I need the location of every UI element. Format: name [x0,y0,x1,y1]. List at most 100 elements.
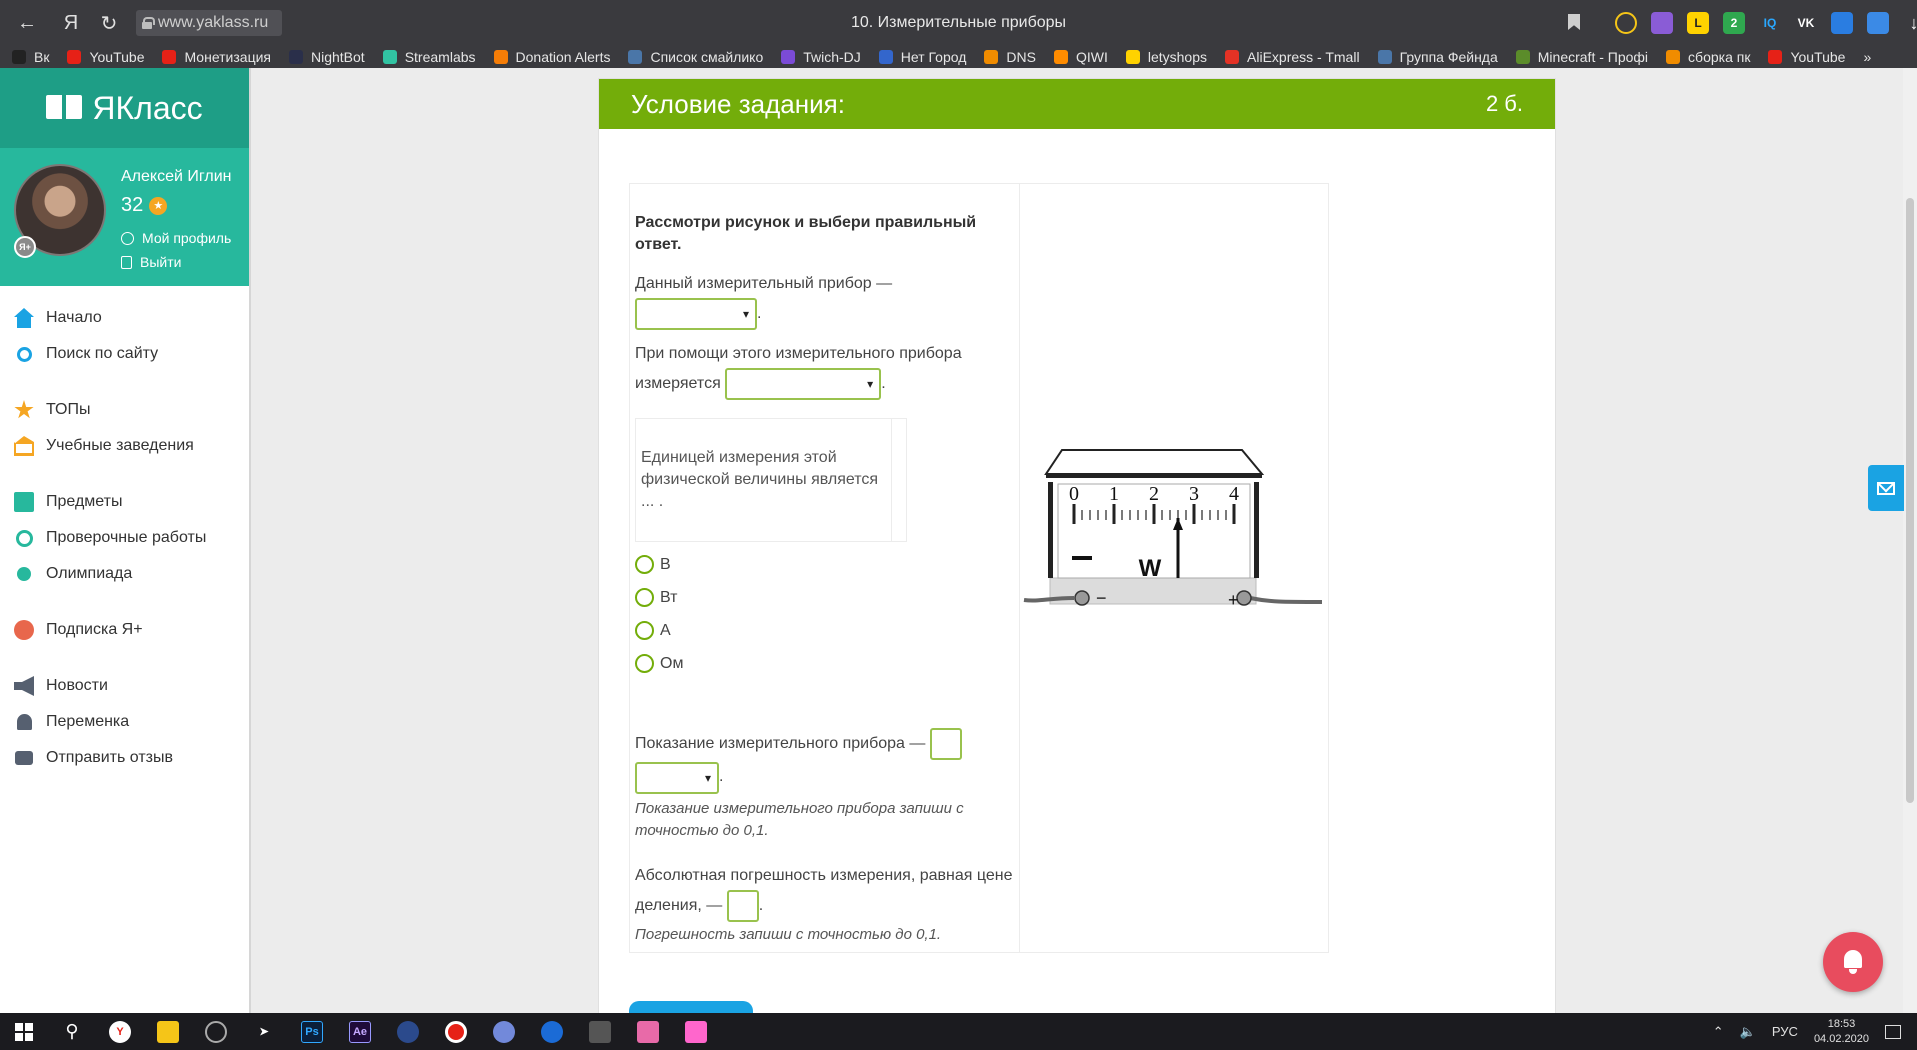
question-device: Данный измерительный прибор — . [635,270,1015,330]
logo[interactable]: ЯКласс [0,68,249,148]
taskbar-steam-2[interactable] [528,1013,576,1050]
radio-circle-icon[interactable] [635,555,654,574]
clock[interactable]: 18:53 04.02.2020 [1814,1017,1869,1047]
feedback-tab[interactable] [1868,465,1904,511]
sidebar-item-10[interactable]: Переменка [14,704,244,740]
bookmark-favicon-icon [162,50,177,64]
reload-button[interactable]: ↻ [94,8,124,38]
bookmark-favicon-icon [67,50,82,64]
unit-option[interactable]: Вт [635,581,1015,614]
taskbar-record[interactable] [432,1013,480,1050]
sidebar-item-7[interactable]: Олимпиада [14,556,244,592]
taskbar-photoshop[interactable]: Ps [288,1013,336,1050]
radio-circle-icon[interactable] [635,588,654,607]
bookmark-icon[interactable] [1568,14,1580,30]
windows-icon [15,1022,33,1041]
search-taskbar-button[interactable]: ⚲ [48,1013,96,1050]
more-bookmarks-button[interactable]: » [1863,49,1871,65]
extension-coin-icon[interactable] [1615,12,1637,34]
reading-input[interactable] [929,728,962,760]
bookmark-label: QIWI [1075,49,1108,65]
wattmeter-figure: 0 1 2 3 4 W − + [1023,449,1323,610]
bookmark-item[interactable]: QIWI [1053,49,1108,65]
bookmark-item[interactable]: сборка пк [1666,49,1750,65]
error-input[interactable] [726,890,759,922]
bookmark-item[interactable]: YouTube [1768,49,1845,65]
taskbar-discord[interactable] [480,1013,528,1050]
windows-taskbar: ⚲ Y ➤ Ps Ae ⌃ 🔈 РУС 18:53 04.02.2020 [0,1013,1917,1050]
bookmark-item[interactable]: Группа Фейнда [1377,49,1498,65]
yandex-button[interactable]: Я [56,8,86,38]
extension-letyshops-icon[interactable]: L [1687,12,1709,34]
bookmark-item[interactable]: Монетизация [162,49,271,65]
taskbar-steam-1[interactable]: ➤ [240,1013,288,1050]
bookmark-favicon-icon [628,50,643,64]
taskbar-explorer[interactable] [144,1013,192,1050]
notifications-button[interactable] [1823,932,1883,992]
device-select[interactable] [635,298,757,330]
taskbar-app-pink[interactable] [672,1013,720,1050]
sidebar-item-3[interactable]: ТОПы [14,392,244,428]
quantity-select[interactable] [725,368,882,400]
meter-unit-letter: W [1139,555,1162,582]
extension-iq-icon[interactable]: IQ [1759,12,1781,34]
unit-option[interactable]: Ом [635,647,1015,680]
extension-vk-icon[interactable]: VK [1795,12,1817,34]
logout-link[interactable]: Выйти [121,254,181,270]
sidebar-item-11[interactable]: Отправить отзыв [14,740,244,776]
extension-shield-icon[interactable]: 2 [1723,12,1745,34]
reading-hint: Показание измерительного прибора запиши … [635,800,964,839]
extension-feather-icon[interactable] [1651,12,1673,34]
sidebar-item-4[interactable]: Учебные заведения [14,428,244,464]
back-button[interactable]: ← [12,8,42,38]
taskbar-aftereffects[interactable]: Ae [336,1013,384,1050]
sidebar-item-2[interactable]: Поиск по сайту [14,336,244,372]
notification-center-icon[interactable] [1885,1024,1901,1039]
sidebar-item-1[interactable]: Начало [14,300,244,336]
taskbar-app[interactable] [192,1013,240,1050]
speaker-icon[interactable]: 🔈 [1740,1024,1756,1040]
my-profile-link[interactable]: Мой профиль [121,230,231,246]
page-scrollbar[interactable] [1903,68,1917,1013]
sidebar-item-5[interactable]: Предметы [14,484,244,520]
bookmark-favicon-icon [1666,50,1681,64]
reading-unit-select[interactable] [635,762,719,794]
radio-circle-icon[interactable] [635,621,654,640]
bookmark-favicon-icon [493,50,508,64]
chevron-up-icon[interactable]: ⌃ [1713,1024,1724,1040]
address-bar[interactable]: www.yaklass.ru [136,10,282,36]
bookmark-item[interactable]: Список смайлико [628,49,763,65]
bookmark-item[interactable]: Minecraft - Профі [1515,49,1648,65]
bookmark-item[interactable]: AliExpress - Tmall [1225,49,1360,65]
taskbar-mail[interactable] [624,1013,672,1050]
keyboard-language[interactable]: РУС [1772,1024,1798,1039]
unit-option[interactable]: А [635,614,1015,647]
bookmark-item[interactable]: Streamlabs [382,49,476,65]
bookmark-item[interactable]: Вк [12,49,49,65]
extension-save-icon[interactable] [1867,12,1889,34]
radio-circle-icon[interactable] [635,654,654,673]
bookmark-item[interactable]: NightBot [289,49,365,65]
extension-calendar-icon[interactable] [1831,12,1853,34]
bookmark-item[interactable]: letyshops [1125,49,1207,65]
bookmark-item[interactable]: Donation Alerts [493,49,610,65]
bookmark-item[interactable]: Twich-DJ [781,49,861,65]
unit-option[interactable]: В [635,548,1015,581]
bookmark-item[interactable]: Нет Город [878,49,966,65]
sidebar-item-6[interactable]: Проверочные работы [14,520,244,556]
bookmark-favicon-icon [984,50,999,64]
taskbar-calculator[interactable] [576,1013,624,1050]
bookmark-label: Монетизация [184,49,271,65]
download-icon[interactable]: ↓ [1903,12,1917,34]
start-button[interactable] [0,1013,48,1050]
taskbar-cinema[interactable] [384,1013,432,1050]
scroll-thumb[interactable] [1906,198,1914,803]
sidebar-item-9[interactable]: Новости [14,668,244,704]
user-circle-icon [121,231,134,245]
bookmark-item[interactable]: DNS [984,49,1036,65]
bookmark-label: AliExpress - Tmall [1247,49,1360,65]
bookmark-item[interactable]: YouTube [67,49,144,65]
sidebar-item-8[interactable]: Подписка Я+ [14,612,244,648]
user-name[interactable]: Алексей Иглин [121,168,231,186]
taskbar-yandex[interactable]: Y [96,1013,144,1050]
